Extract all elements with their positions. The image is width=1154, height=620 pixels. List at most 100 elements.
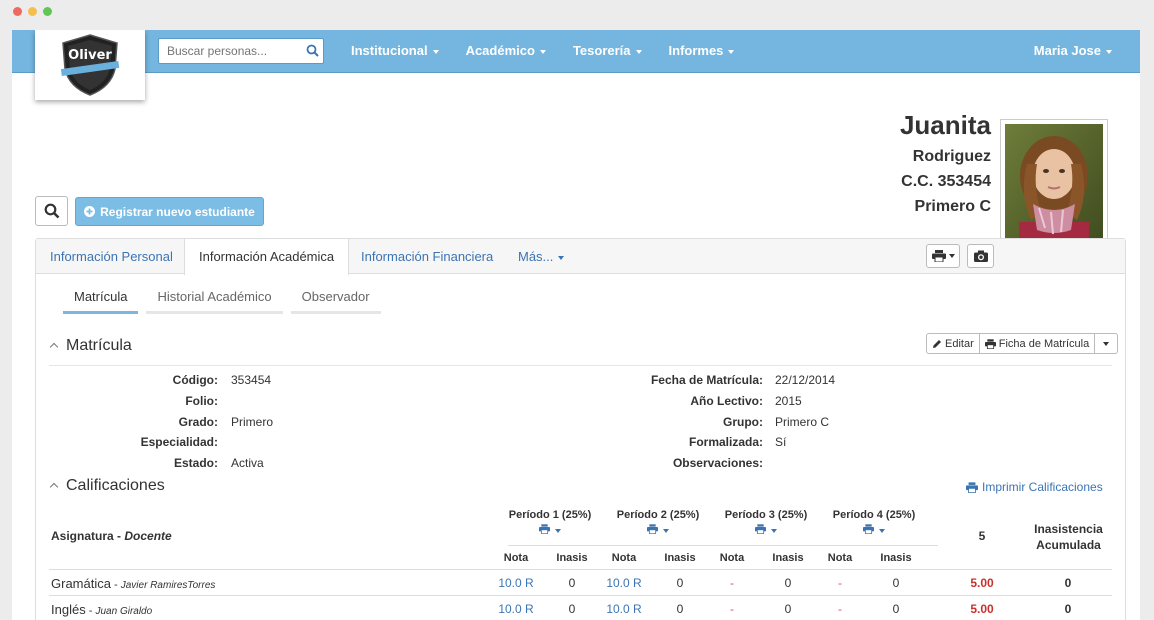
subtab-observer[interactable]: Observador [290,289,381,314]
accumulated-absence-cell: 0 [1064,576,1072,590]
subtab-matricula[interactable]: Matrícula [63,289,139,314]
maximize-dot[interactable] [43,7,52,16]
subtab-history[interactable]: Historial Académico [146,289,283,314]
tab-financial[interactable]: Información Financiera [347,239,507,274]
tab-label: Información Personal [50,249,173,264]
printer-icon [931,250,946,262]
period-header: Período 2 (25%) [604,509,712,537]
edit-button[interactable]: Editar [927,334,980,353]
menu-label: Informes [668,43,724,58]
menu-label: Académico [465,43,535,58]
caret-down-icon [879,529,885,534]
student-panel: Información Personal Información Académi… [35,238,1126,620]
chevron-up-icon [49,482,59,492]
field-value: 353454 [231,373,272,387]
period-print-dropdown[interactable] [496,524,604,537]
nota-column-header: Nota [503,552,529,564]
logo-text: Oliver [68,48,112,63]
ficha-button[interactable]: Ficha de Matrícula [980,334,1096,353]
divider [49,365,1112,366]
printer-icon [984,338,996,349]
period-title: Período 1 (25%) [508,509,592,521]
print-grades-label: Imprimir Calificaciones [982,480,1103,494]
separator: - [110,579,121,591]
subtab-label: Historial Académico [157,289,272,304]
menu-tesoreria[interactable]: Tesorería [573,30,642,73]
user-menu[interactable]: Maria Jose [1034,30,1112,71]
field-label: Especialidad: [140,435,218,450]
total-cell: 5.00 [970,576,994,590]
plus-circle-icon [84,206,96,217]
menu-label: Institucional [351,43,428,58]
student-group: Primero C [914,198,991,215]
student-id: C.C. 353454 [901,173,991,190]
inasis-column-header: Inasis [880,552,912,564]
chevron-up-icon [49,342,59,352]
camera-button[interactable] [967,244,994,268]
minimize-dot[interactable] [28,7,37,16]
caret-down-icon [1103,341,1110,346]
absence-header-line: Acumulada [1036,538,1101,552]
tab-personal[interactable]: Información Personal [36,239,187,274]
field-label: Grupo: [723,414,763,429]
absence-cell: 0 [892,601,900,616]
field-label: Estado: [173,456,218,471]
section-title: Matrícula [66,337,132,354]
caret-down-icon [948,254,955,258]
period-title: Período 3 (25%) [724,509,808,521]
caret-down-icon [663,529,669,534]
total-column-header: 5 [978,529,986,543]
print-grades-link[interactable]: Imprimir Calificaciones [966,480,1103,494]
search-input[interactable] [159,39,299,63]
menu-institucional[interactable]: Institucional [351,30,439,73]
absence-cell: 0 [676,601,684,616]
inasis-column-header: Inasis [772,552,804,564]
register-student-button[interactable]: Registrar nuevo estudiante [75,197,264,226]
period-print-dropdown[interactable] [604,524,712,537]
close-dot[interactable] [13,7,22,16]
menu-academico[interactable]: Académico [466,30,546,73]
field-value: Sí [775,435,787,450]
grade-cell[interactable]: 10.0 R [594,602,654,616]
absence-header-line: Inasistencia [1034,522,1103,536]
section-calificaciones-header[interactable]: Calificaciones [49,477,165,495]
pencil-icon [933,339,941,348]
field-label: Año Lectivo: [690,393,763,408]
printer-icon [863,524,874,535]
tab-academic[interactable]: Información Académica [184,239,350,275]
period-print-dropdown[interactable] [820,524,928,537]
search-box[interactable] [158,38,324,64]
subtab-label: Matrícula [74,289,128,304]
tab-more[interactable]: Más... [504,239,578,274]
period-title: Período 4 (25%) [832,509,916,521]
section-matricula-header[interactable]: Matrícula [49,337,132,355]
period-header: Período 3 (25%) [712,509,820,537]
period-print-dropdown[interactable] [712,524,820,537]
main-menu: Institucional Académico Tesorería Inform… [351,30,761,73]
school-logo[interactable]: Oliver [35,30,145,100]
student-header: Juanita Rodriguez C.C. 353454 Primero C [900,110,991,216]
nota-column-header: Nota [827,552,853,564]
search-icon[interactable] [306,44,319,62]
ficha-dropdown-button[interactable] [1095,334,1117,353]
print-button[interactable] [926,244,960,268]
teacher-name: Javier RamiresTorres [120,580,216,591]
field-label: Observaciones: [672,456,763,471]
field-value: Primero [231,414,274,429]
menu-label: Tesorería [572,43,631,58]
window-controls [13,7,52,16]
field-label: Código: [172,373,218,387]
printer-icon [647,524,658,535]
field-value: 2015 [775,393,802,408]
period-header: Período 1 (25%) [496,509,604,537]
grade-cell[interactable]: 10.0 R [594,576,654,590]
nota-column-header: Nota [611,552,637,564]
grade-cell[interactable]: 10.0 R [486,576,546,590]
field-value: Primero C [775,414,830,429]
search-icon [44,203,59,219]
menu-informes[interactable]: Informes [669,30,735,73]
caret-down-icon [539,49,546,54]
navbar: Institucional Académico Tesorería Inform… [12,30,1140,73]
grade-cell[interactable]: 10.0 R [486,602,546,616]
search-student-button[interactable] [35,196,68,226]
